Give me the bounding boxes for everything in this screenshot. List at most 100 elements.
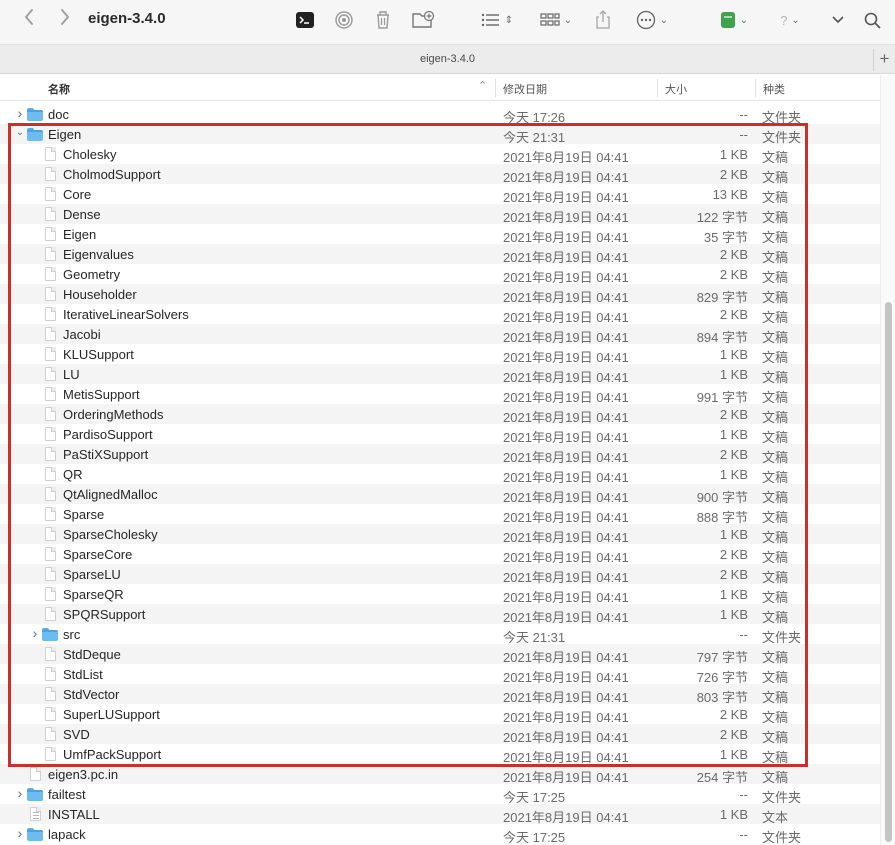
file-row[interactable]: SuperLUSupport 2021年8月19日 04:41 2 KB 文稿 bbox=[0, 704, 880, 725]
disclosure-expanded-icon[interactable]: ⌄ bbox=[14, 127, 26, 138]
file-size: -- bbox=[739, 827, 748, 842]
file-row[interactable]: Geometry 2021年8月19日 04:41 2 KB 文稿 bbox=[0, 264, 880, 285]
disclosure-collapsed-icon[interactable]: › bbox=[29, 625, 41, 641]
file-name: Dense bbox=[63, 207, 101, 222]
file-row[interactable]: StdVector 2021年8月19日 04:41 803 字节 文稿 bbox=[0, 684, 880, 705]
file-name: PaStiXSupport bbox=[63, 447, 149, 462]
trash-button[interactable] bbox=[372, 8, 394, 32]
column-divider[interactable] bbox=[657, 79, 658, 97]
airdrop-button[interactable] bbox=[333, 8, 355, 32]
add-tab-button[interactable]: + bbox=[873, 49, 895, 71]
scrollbar-thumb[interactable] bbox=[885, 302, 892, 842]
file-row[interactable]: Eigen 2021年8月19日 04:41 35 字节 文稿 bbox=[0, 224, 880, 245]
terminal-button[interactable] bbox=[294, 8, 316, 32]
file-size: 1 KB bbox=[719, 367, 748, 382]
column-name-header[interactable]: 名称 bbox=[48, 81, 70, 97]
forward-button[interactable] bbox=[54, 8, 76, 32]
folder-row[interactable]: ⌄ Eigen 今天 21:31 -- 文件夹 bbox=[0, 124, 880, 145]
file-row[interactable]: StdList 2021年8月19日 04:41 726 字节 文稿 bbox=[0, 664, 880, 685]
file-row[interactable]: eigen3.pc.in 2021年8月19日 04:41 254 字节 文稿 bbox=[0, 764, 880, 785]
file-row[interactable]: INSTALL 2021年8月19日 04:41 1 KB 文本 bbox=[0, 804, 880, 825]
expand-toolbar-button[interactable] bbox=[828, 8, 848, 32]
file-name: StdVector bbox=[63, 687, 120, 702]
column-divider[interactable] bbox=[495, 79, 496, 97]
file-size: 2 KB bbox=[719, 447, 748, 462]
file-row[interactable]: Dense 2021年8月19日 04:41 122 字节 文稿 bbox=[0, 204, 880, 225]
document-icon bbox=[45, 387, 56, 401]
file-row[interactable]: Householder 2021年8月19日 04:41 829 字节 文稿 bbox=[0, 284, 880, 305]
file-row[interactable]: SPQRSupport 2021年8月19日 04:41 1 KB 文稿 bbox=[0, 604, 880, 625]
file-row[interactable]: Core 2021年8月19日 04:41 13 KB 文稿 bbox=[0, 184, 880, 205]
file-size: 2 KB bbox=[719, 267, 748, 282]
tag-button[interactable]: ⌄ bbox=[716, 8, 752, 32]
disclosure-collapsed-icon[interactable]: › bbox=[14, 785, 26, 801]
share-icon bbox=[596, 10, 610, 29]
back-button[interactable] bbox=[18, 8, 40, 32]
vertical-scrollbar[interactable] bbox=[880, 75, 895, 845]
file-name: CholmodSupport bbox=[63, 167, 161, 182]
column-divider[interactable] bbox=[755, 79, 756, 97]
file-name: SparseQR bbox=[63, 587, 124, 602]
file-size: 2 KB bbox=[719, 307, 748, 322]
folder-row[interactable]: › failtest 今天 17:25 -- 文件夹 bbox=[0, 784, 880, 805]
file-row[interactable]: QtAlignedMalloc 2021年8月19日 04:41 900 字节 文稿 bbox=[0, 484, 880, 505]
file-row[interactable]: SparseCore 2021年8月19日 04:41 2 KB 文稿 bbox=[0, 544, 880, 565]
disclosure-collapsed-icon[interactable]: › bbox=[14, 825, 26, 841]
file-row[interactable]: LU 2021年8月19日 04:41 1 KB 文稿 bbox=[0, 364, 880, 385]
file-row[interactable]: Cholesky 2021年8月19日 04:41 1 KB 文稿 bbox=[0, 144, 880, 165]
document-icon bbox=[45, 187, 56, 201]
file-row[interactable]: CholmodSupport 2021年8月19日 04:41 2 KB 文稿 bbox=[0, 164, 880, 185]
document-icon bbox=[45, 147, 56, 161]
file-row[interactable]: QR 2021年8月19日 04:41 1 KB 文稿 bbox=[0, 464, 880, 485]
document-icon bbox=[45, 467, 56, 481]
help-button[interactable]: ? ⌄ bbox=[775, 8, 805, 32]
file-row[interactable]: SparseCholesky 2021年8月19日 04:41 1 KB 文稿 bbox=[0, 524, 880, 545]
chevron-down-icon bbox=[832, 16, 844, 24]
column-size-header[interactable]: 大小 bbox=[665, 81, 687, 97]
file-size: -- bbox=[739, 127, 748, 142]
file-name: IterativeLinearSolvers bbox=[63, 307, 189, 322]
file-row[interactable]: IterativeLinearSolvers 2021年8月19日 04:41 2 … bbox=[0, 304, 880, 325]
file-row[interactable]: MetisSupport 2021年8月19日 04:41 991 字节 文稿 bbox=[0, 384, 880, 405]
file-row[interactable]: PardisoSupport 2021年8月19日 04:41 1 KB 文稿 bbox=[0, 424, 880, 445]
file-name: Householder bbox=[63, 287, 137, 302]
tab-eigen[interactable]: eigen-3.4.0 bbox=[0, 53, 895, 65]
document-icon bbox=[45, 407, 56, 421]
list-view-button[interactable]: ⇕ bbox=[478, 8, 516, 32]
document-icon bbox=[45, 547, 56, 561]
folder-row[interactable]: › src 今天 21:31 -- 文件夹 bbox=[0, 624, 880, 645]
share-button[interactable] bbox=[592, 8, 614, 32]
file-row[interactable]: OrderingMethods 2021年8月19日 04:41 2 KB 文稿 bbox=[0, 404, 880, 425]
file-row[interactable]: PaStiXSupport 2021年8月19日 04:41 2 KB 文稿 bbox=[0, 444, 880, 465]
file-name: SuperLUSupport bbox=[63, 707, 160, 722]
file-row[interactable]: SparseLU 2021年8月19日 04:41 2 KB 文稿 bbox=[0, 564, 880, 585]
grid-view-button[interactable]: ⌄ bbox=[537, 8, 575, 32]
document-icon bbox=[45, 567, 56, 581]
file-row[interactable]: StdDeque 2021年8月19日 04:41 797 字节 文稿 bbox=[0, 644, 880, 665]
disclosure-collapsed-icon[interactable]: › bbox=[14, 105, 26, 121]
file-row[interactable]: SparseQR 2021年8月19日 04:41 1 KB 文稿 bbox=[0, 584, 880, 605]
file-row[interactable]: KLUSupport 2021年8月19日 04:41 1 KB 文稿 bbox=[0, 344, 880, 365]
file-size: 2 KB bbox=[719, 407, 748, 422]
ellipsis-icon bbox=[636, 10, 655, 30]
file-row[interactable]: SVD 2021年8月19日 04:41 2 KB 文稿 bbox=[0, 724, 880, 745]
file-name: QtAlignedMalloc bbox=[63, 487, 158, 502]
file-row[interactable]: UmfPackSupport 2021年8月19日 04:41 1 KB 文稿 bbox=[0, 744, 880, 765]
file-row[interactable]: Eigenvalues 2021年8月19日 04:41 2 KB 文稿 bbox=[0, 244, 880, 265]
new-folder-button[interactable] bbox=[410, 8, 436, 32]
sort-ascending-icon[interactable]: ⌃ bbox=[478, 79, 487, 92]
chevron-down-icon: ⌄ bbox=[659, 14, 669, 26]
file-kind: 文件夹 bbox=[762, 830, 802, 845]
folder-row[interactable]: › lapack 今天 17:25 -- 文件夹 bbox=[0, 824, 880, 845]
file-row[interactable]: Sparse 2021年8月19日 04:41 888 字节 文稿 bbox=[0, 504, 880, 525]
more-actions-button[interactable]: ⌄ bbox=[633, 8, 671, 32]
document-icon bbox=[30, 767, 41, 781]
column-kind-header[interactable]: 种类 bbox=[763, 81, 785, 97]
search-button[interactable] bbox=[862, 8, 882, 32]
file-row[interactable]: Jacobi 2021年8月19日 04:41 894 字节 文稿 bbox=[0, 324, 880, 345]
column-date-header[interactable]: 修改日期 bbox=[503, 81, 547, 97]
file-size: 2 KB bbox=[719, 707, 748, 722]
file-name: Jacobi bbox=[63, 327, 101, 342]
file-size: 1 KB bbox=[719, 587, 748, 602]
folder-row[interactable]: › doc 今天 17:26 -- 文件夹 bbox=[0, 104, 880, 125]
